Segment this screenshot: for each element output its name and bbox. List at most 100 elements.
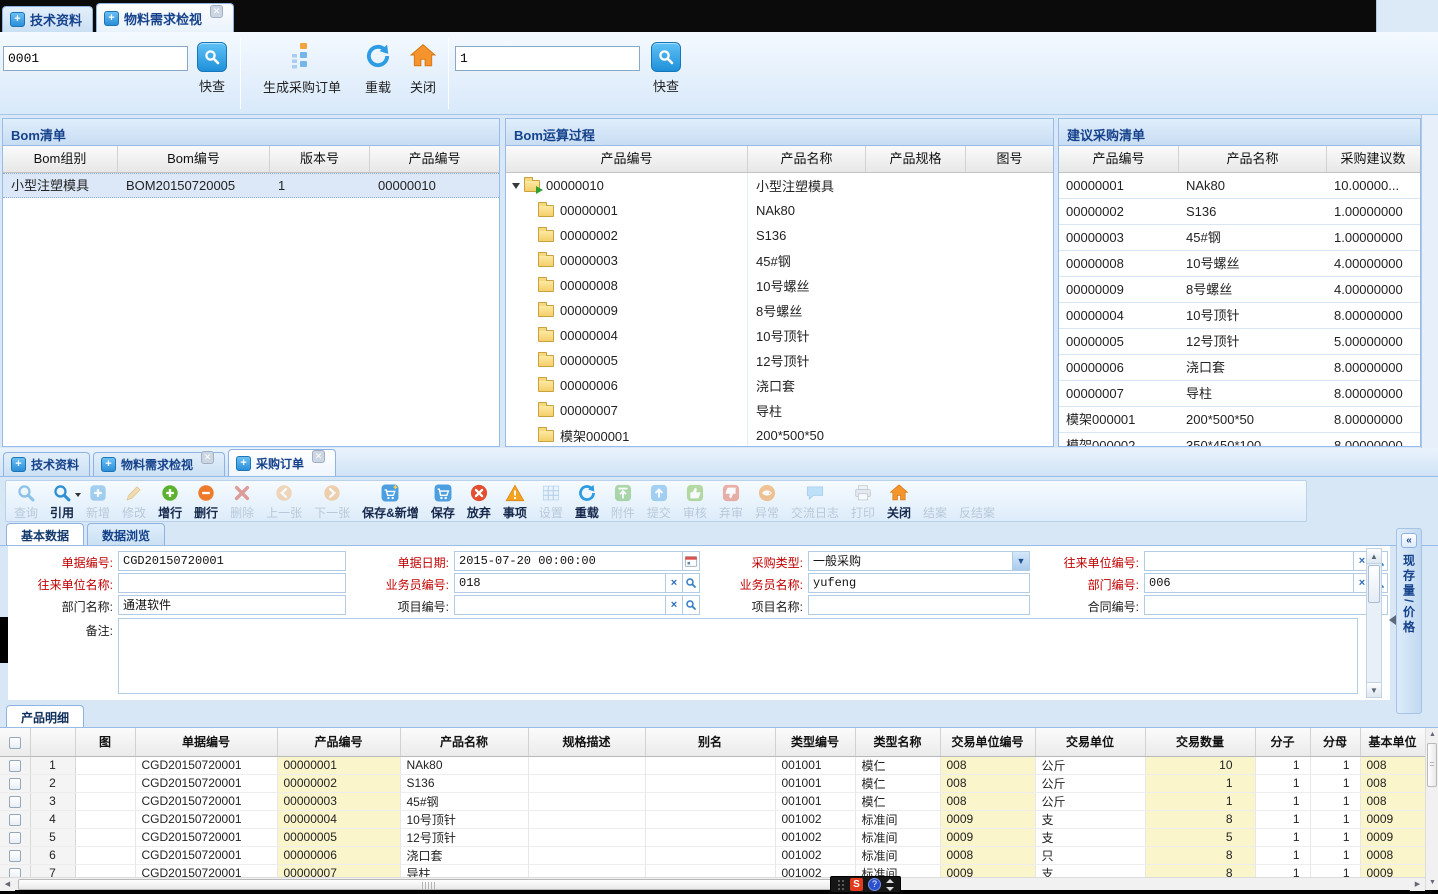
column-header[interactable]: 产品名称 [748,146,866,172]
tab-close-icon[interactable]: ✕ [201,451,214,464]
suggest-row[interactable]: 00000006浇口套8.00000000 [1059,355,1420,381]
grid-column-header[interactable]: 图 [75,728,135,756]
suggest-row[interactable]: 0000000345#钢1.00000000 [1059,225,1420,251]
scroll-right-icon[interactable]: ▶ [1410,878,1425,891]
grid-column-header[interactable]: 类型名称 [855,728,940,756]
tree-node[interactable]: 00000004 [506,323,748,348]
horizontal-scrollbar[interactable]: ◀ ▶ [0,877,1425,890]
tree-row[interactable]: 0000000810号螺丝 [506,273,1053,298]
table-row[interactable]: 4CGD201507200010000000410号顶针001002标准间000… [0,810,1425,828]
quick-search-input-right[interactable] [455,46,640,71]
tree-row[interactable]: 000000098号螺丝 [506,298,1053,323]
row-checkbox[interactable] [9,778,21,790]
chevron-down-icon[interactable]: ▼ [1012,551,1030,571]
table-row[interactable]: 6CGD2015072000100000006浇口套001002标准间0008只… [0,846,1425,864]
column-header[interactable]: 产品规格 [866,146,966,172]
toolbar-button-关闭[interactable]: 关闭 [881,481,917,521]
row-checkbox-cell[interactable] [0,774,30,792]
tree-row[interactable]: 0000000512号顶针 [506,348,1053,373]
select-all-header[interactable] [0,728,30,756]
tree-row[interactable]: 00000007导柱 [506,398,1053,423]
tree-node[interactable]: 00000008 [506,273,748,298]
tree-expand-icon[interactable] [512,183,520,189]
tree-node[interactable]: 00000010 [506,173,748,198]
row-checkbox[interactable] [9,760,21,772]
table-row[interactable]: 7CGD2015072000100000007导柱001002标准间0009支8… [0,864,1425,877]
toolbar-button-保存新增[interactable]: 保存&新增 [356,481,425,521]
drag-handle-icon[interactable] [837,879,845,891]
tree-node[interactable]: 00000009 [506,298,748,323]
stock-price-collapsed-panel[interactable]: « 现存量/价格 [1396,528,1422,714]
table-row[interactable]: 1CGD2015072000100000001NAk80001001模仁008公… [0,756,1425,774]
close-button-top[interactable]: 关闭 [402,42,444,96]
grid-column-header[interactable]: 交易数量 [1145,728,1255,756]
field-input[interactable] [454,595,666,615]
row-checkbox[interactable] [9,796,21,808]
row-checkbox[interactable] [9,814,21,826]
grid-column-header[interactable]: 别名 [645,728,775,756]
scrollbar-thumb[interactable] [18,879,840,890]
grid-column-header[interactable]: 交易单位编号 [940,728,1035,756]
grid-column-header[interactable]: 分子 [1255,728,1310,756]
tab-basic-data[interactable]: 基本数据 [6,523,84,545]
row-checkbox-cell[interactable] [0,756,30,774]
vertical-scrollbar[interactable]: ▲ ▼ [1425,728,1438,890]
row-checkbox-cell[interactable] [0,810,30,828]
field-input[interactable] [808,595,1030,615]
tab-product-detail[interactable]: 产品明细 [6,705,84,727]
row-checkbox-cell[interactable] [0,864,30,877]
row-checkbox[interactable] [9,868,21,877]
field-input[interactable] [118,595,346,615]
select-all-checkbox[interactable] [9,737,21,749]
field-input[interactable] [118,573,346,593]
grid-column-header[interactable]: 单据编号 [135,728,277,756]
field-input[interactable] [454,573,666,593]
toolbar-button-引用[interactable]: 引用 [44,481,80,521]
field-input[interactable] [1144,595,1388,615]
tree-row[interactable]: 00000002S136 [506,223,1053,248]
bottom-tab-0[interactable]: +技术资料 [3,452,90,476]
quick-search-button-left[interactable]: 快查 [191,42,233,95]
table-row[interactable]: 2CGD2015072000100000002S136001001模仁008公斤… [0,774,1425,792]
top-tab-1[interactable]: +物料需求检视✕ [96,3,234,32]
column-header[interactable]: 图号 [966,146,1053,172]
expand-panel-icon[interactable]: « [1401,533,1417,548]
suggest-row[interactable]: 0000000810号螺丝4.00000000 [1059,251,1420,277]
column-header[interactable]: 采购建议数 [1327,146,1419,172]
top-tab-0[interactable]: +技术资料 [2,6,93,32]
generate-po-button[interactable]: 生成采购订单 [248,42,356,96]
toolbar-button-重载[interactable]: 重载 [569,481,605,521]
bom-list-row[interactable]: 小型注塑模具BOM20150720005100000010 [3,173,499,198]
tree-row[interactable]: 00000006浇口套 [506,373,1053,398]
toolbar-button-放弃[interactable]: 放弃 [461,481,497,521]
column-header[interactable]: 产品编号 [506,146,748,172]
scroll-down-icon[interactable]: ▼ [1426,876,1438,890]
tree-row[interactable]: 0000000345#钢 [506,248,1053,273]
grid-column-header[interactable]: 产品名称 [400,728,528,756]
reload-button-top[interactable]: 重载 [356,42,400,96]
table-row[interactable]: 3CGD201507200010000000345#钢001001模仁008公斤… [0,792,1425,810]
grid-column-header[interactable] [30,728,75,756]
suggest-row[interactable]: 00000001NAk8010.00000... [1059,173,1420,199]
column-header[interactable]: 产品名称 [1179,146,1327,172]
field-input[interactable] [808,573,1030,593]
tree-row[interactable]: 模架000001200*500*50 [506,423,1053,447]
tree-row[interactable]: 00000001NAk80 [506,198,1053,223]
column-header[interactable]: 产品编号 [1059,146,1179,172]
scroll-up-icon[interactable]: ▲ [1426,728,1438,742]
suggest-row[interactable]: 000000098号螺丝4.00000000 [1059,277,1420,303]
row-checkbox-cell[interactable] [0,828,30,846]
grid-column-header[interactable]: 交易单位 [1035,728,1145,756]
column-header[interactable]: 产品编号 [370,146,499,172]
tree-node[interactable]: 00000006 [506,373,748,398]
toolbar-button-增行[interactable]: 增行 [152,481,188,521]
form-scrollbar[interactable]: ▲ ▼ [1366,548,1382,698]
scrollbar-thumb[interactable] [1427,743,1437,787]
suggest-row[interactable]: 模架000002350*450*1008.00000000 [1059,433,1420,447]
toolbar-button-事项[interactable]: 事项 [497,481,533,521]
row-checkbox[interactable] [9,832,21,844]
lookup-search-icon[interactable] [682,595,700,615]
tree-node[interactable]: 模架000001 [506,423,748,447]
tab-data-browse[interactable]: 数据浏览 [87,523,165,545]
tree-node[interactable]: 00000003 [506,248,748,273]
